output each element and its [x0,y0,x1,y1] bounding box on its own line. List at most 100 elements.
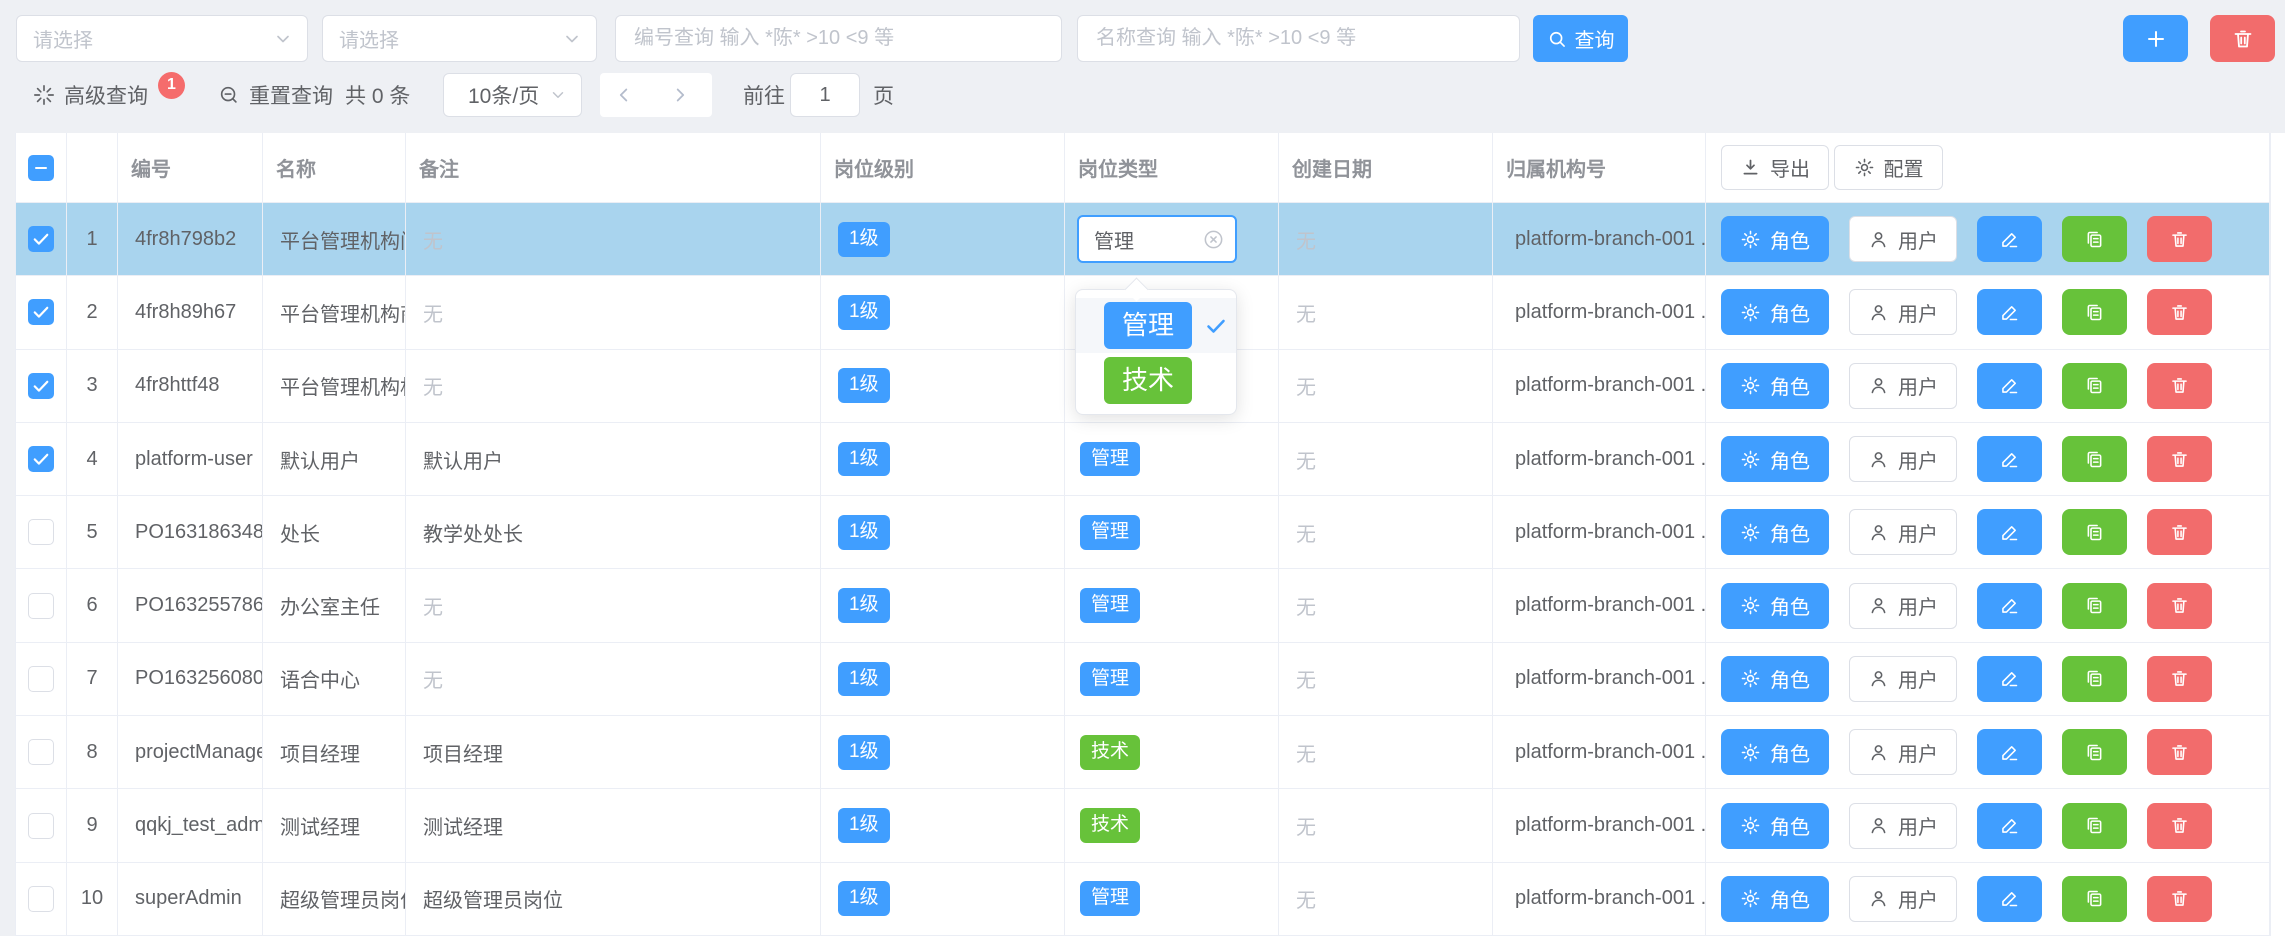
copy-button[interactable] [2062,583,2127,629]
delete-row-button[interactable] [2147,803,2212,849]
edit-button[interactable] [1977,216,2042,262]
person-icon [1868,815,1889,836]
row-checkbox[interactable] [28,299,54,325]
delete-row-button[interactable] [2147,656,2212,702]
row-code: PO16325578620171... [118,569,263,642]
row-actions: 角色用户 [1706,276,2270,349]
filter-select-2[interactable]: 请选择 [322,15,597,62]
edit-button[interactable] [1977,436,2042,482]
user-button[interactable]: 用户 [1849,289,1957,335]
delete-row-button[interactable] [2147,729,2212,775]
row-code: PO16318634884181... [118,496,263,569]
edit-button[interactable] [1977,729,2042,775]
row-created: 无 [1279,276,1493,349]
delete-row-button[interactable] [2147,289,2212,335]
user-button[interactable]: 用户 [1849,656,1957,702]
delete-row-button[interactable] [2147,216,2212,262]
copy-button[interactable] [2062,803,2127,849]
type-badge: 管理 [1080,588,1140,623]
row-actions: 角色用户 [1706,643,2270,716]
row-code: 4fr8h89h67 [118,276,263,349]
prev-page-button[interactable] [613,84,635,106]
role-button[interactable]: 角色 [1721,656,1829,702]
row-type: 管理 [1065,496,1279,569]
role-button[interactable]: 角色 [1721,436,1829,482]
person-icon [1868,449,1889,470]
copy-button[interactable] [2062,729,2127,775]
role-button[interactable]: 角色 [1721,583,1829,629]
row-type: 管理 [1065,643,1279,716]
copy-button[interactable] [2062,656,2127,702]
type-select[interactable]: 管理 [1077,215,1237,263]
pencil-icon [1999,888,2020,909]
export-button[interactable]: 导出 [1721,145,1829,190]
row-checkbox[interactable] [28,593,54,619]
role-button[interactable]: 角色 [1721,876,1829,922]
row-name: 默认用户 [263,423,406,496]
delete-row-button[interactable] [2147,509,2212,555]
user-button[interactable]: 用户 [1849,363,1957,409]
add-button[interactable] [2123,15,2188,62]
row-checkbox[interactable] [28,519,54,545]
delete-row-button[interactable] [2147,436,2212,482]
delete-button[interactable] [2210,15,2275,62]
select-all-checkbox[interactable] [28,155,54,181]
row-checkbox[interactable] [28,666,54,692]
copy-button[interactable] [2062,436,2127,482]
goto-page-input[interactable] [790,73,860,117]
search-button[interactable]: 查询 [1533,15,1628,62]
edit-button[interactable] [1977,876,2042,922]
delete-row-button[interactable] [2147,583,2212,629]
role-button[interactable]: 角色 [1721,729,1829,775]
role-button[interactable]: 角色 [1721,289,1829,335]
user-button[interactable]: 用户 [1849,876,1957,922]
edit-button[interactable] [1977,363,2042,409]
user-button[interactable]: 用户 [1849,583,1957,629]
goto-prefix: 前往 [743,73,785,117]
row-checkbox[interactable] [28,739,54,765]
user-button[interactable]: 用户 [1849,803,1957,849]
page-size-select[interactable]: 10条/页 [443,73,582,117]
edit-button[interactable] [1977,583,2042,629]
edit-button[interactable] [1977,803,2042,849]
next-page-button[interactable] [669,84,691,106]
row-code: PO16325608031611... [118,643,263,716]
delete-row-button[interactable] [2147,876,2212,922]
reset-query-button[interactable]: 重置查询 [218,73,333,117]
user-button[interactable]: 用户 [1849,436,1957,482]
role-button[interactable]: 角色 [1721,363,1829,409]
copy-button[interactable] [2062,216,2127,262]
role-button[interactable]: 角色 [1721,216,1829,262]
user-button[interactable]: 用户 [1849,509,1957,555]
dropdown-option-tech[interactable]: 技术 [1076,353,1236,408]
dropdown-option-manage[interactable]: 管理 [1076,298,1236,353]
row-checkbox[interactable] [28,886,54,912]
edit-button[interactable] [1977,289,2042,335]
copy-button[interactable] [2062,289,2127,335]
user-button[interactable]: 用户 [1849,729,1957,775]
row-checkbox[interactable] [28,446,54,472]
filter-select-1[interactable]: 请选择 [16,15,308,62]
role-button[interactable]: 角色 [1721,803,1829,849]
role-button[interactable]: 角色 [1721,509,1829,555]
row-org: platform-branch-001 ... [1493,789,1706,862]
name-search-input[interactable] [1094,26,1503,51]
advanced-query-toggle[interactable]: 高级查询 1 [33,73,185,117]
user-button[interactable]: 用户 [1849,216,1957,262]
trash-icon [2169,449,2190,470]
copy-button[interactable] [2062,509,2127,555]
delete-row-button[interactable] [2147,363,2212,409]
config-button[interactable]: 配置 [1834,145,1943,190]
copy-button[interactable] [2062,363,2127,409]
row-checkbox[interactable] [28,813,54,839]
level-badge: 1级 [838,735,890,770]
code-search-input[interactable] [632,26,1045,51]
edit-button[interactable] [1977,656,2042,702]
edit-button[interactable] [1977,509,2042,555]
person-icon [1868,522,1889,543]
gear-icon [1740,522,1761,543]
row-checkbox[interactable] [28,226,54,252]
copy-button[interactable] [2062,876,2127,922]
row-checkbox[interactable] [28,373,54,399]
clear-icon[interactable] [1202,228,1225,251]
